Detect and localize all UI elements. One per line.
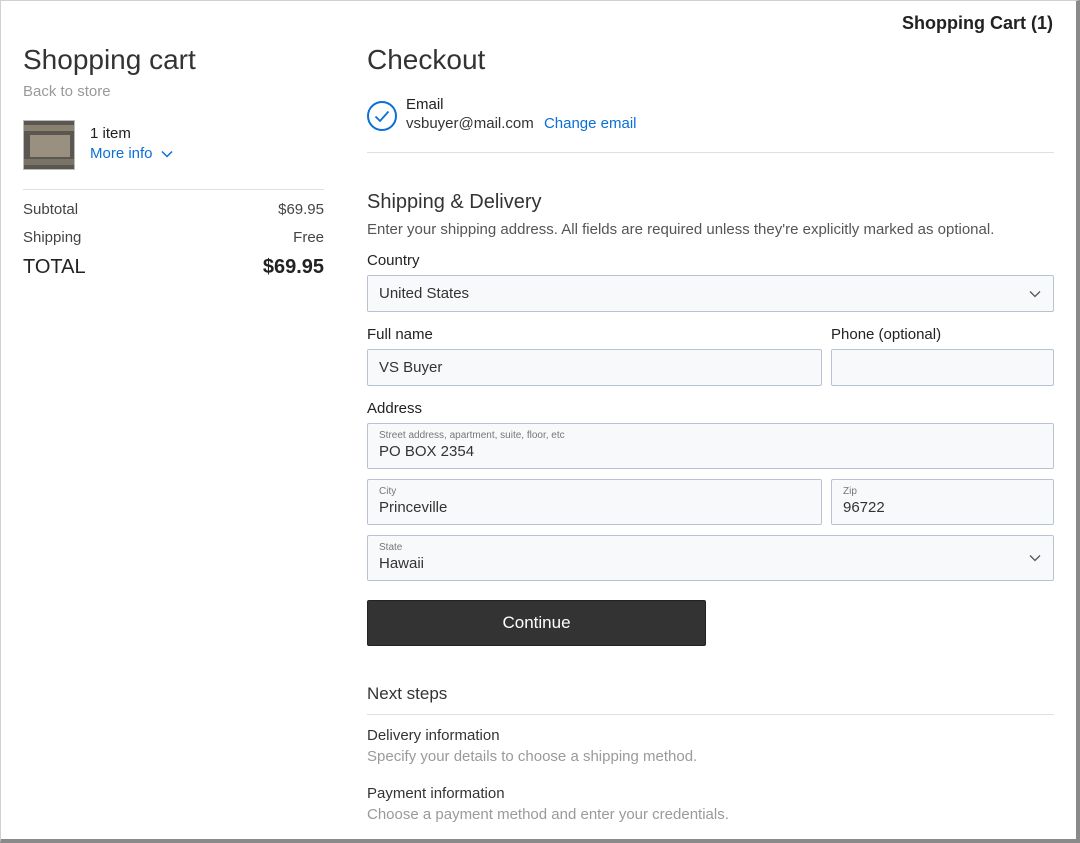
- street-address-label: Street address, apartment, suite, floor,…: [379, 430, 565, 441]
- email-label: Email: [406, 96, 444, 113]
- country-value: United States: [379, 285, 470, 302]
- address-label: Address: [367, 400, 423, 417]
- fullname-label: Full name: [367, 326, 433, 343]
- checkout-panel: Checkout Email vsbuyer@mail.com Change e…: [367, 42, 1054, 823]
- state-select[interactable]: State Hawaii: [367, 535, 1054, 581]
- zip-value: 96722: [843, 499, 885, 516]
- state-label: State: [379, 542, 403, 553]
- cart-summary: Shopping cart Back to store 1 item More …: [23, 42, 324, 279]
- more-info-label: More info: [90, 145, 153, 162]
- city-input[interactable]: City Princeville: [367, 479, 822, 525]
- divider: [367, 152, 1054, 153]
- header-cart-link[interactable]: Shopping Cart (1): [902, 13, 1053, 34]
- zip-label: Zip: [843, 486, 857, 497]
- total-label: TOTAL: [23, 256, 86, 278]
- country-select[interactable]: United States: [367, 275, 1054, 312]
- zip-input[interactable]: Zip 96722: [831, 479, 1054, 525]
- cart-item: 1 item More info: [23, 120, 324, 170]
- street-address-value: PO BOX 2354: [379, 443, 475, 460]
- item-info: 1 item More info: [90, 120, 173, 162]
- back-to-store-link[interactable]: Back to store: [23, 83, 324, 100]
- shipping-value: Free: [293, 229, 324, 246]
- chevron-down-icon: [1029, 290, 1041, 297]
- cart-title: Shopping cart: [23, 44, 196, 75]
- step-title-payment: Payment information: [367, 785, 505, 802]
- state-value: Hawaii: [379, 555, 425, 572]
- city-value: Princeville: [379, 499, 448, 516]
- divider: [23, 189, 324, 190]
- email-block: Email vsbuyer@mail.com Change email: [367, 96, 1054, 132]
- product-thumbnail: [23, 120, 75, 170]
- checkout-title: Checkout: [367, 44, 486, 75]
- step-desc-payment: Choose a payment method and enter your c…: [367, 806, 729, 823]
- more-info-toggle[interactable]: More info: [90, 145, 173, 162]
- total-value: $69.95: [262, 256, 324, 278]
- chevron-down-icon: [1029, 555, 1041, 562]
- step-title-delivery: Delivery information: [367, 727, 500, 744]
- shipping-label: Shipping: [23, 229, 82, 246]
- step-desc-delivery: Specify your details to choose a shippin…: [367, 748, 698, 765]
- phone-input[interactable]: [831, 349, 1054, 386]
- change-email-link[interactable]: Change email: [544, 115, 637, 132]
- email-value: vsbuyer@mail.com: [406, 115, 534, 132]
- shipping-delivery-desc: Enter your shipping address. All fields …: [367, 221, 995, 238]
- shipping-delivery-title: Shipping & Delivery: [367, 191, 542, 213]
- divider: [367, 714, 1054, 715]
- fullname-input[interactable]: VS Buyer: [367, 349, 822, 386]
- shipping-row: Shipping Free: [23, 229, 324, 246]
- item-count: 1 item: [90, 125, 131, 142]
- country-label: Country: [367, 252, 420, 269]
- city-label: City: [379, 486, 397, 497]
- subtotal-label: Subtotal: [23, 201, 79, 218]
- subtotal-row: Subtotal $69.95: [23, 201, 324, 218]
- check-icon: [367, 101, 397, 131]
- chevron-down-icon: [161, 150, 173, 158]
- street-address-input[interactable]: Street address, apartment, suite, floor,…: [367, 423, 1054, 469]
- total-row: TOTAL $69.95: [23, 256, 324, 279]
- phone-label: Phone (optional): [831, 326, 942, 343]
- fullname-value: VS Buyer: [379, 359, 443, 376]
- continue-button[interactable]: Continue: [367, 600, 706, 646]
- next-steps-title: Next steps: [367, 684, 448, 703]
- subtotal-value: $69.95: [278, 201, 324, 218]
